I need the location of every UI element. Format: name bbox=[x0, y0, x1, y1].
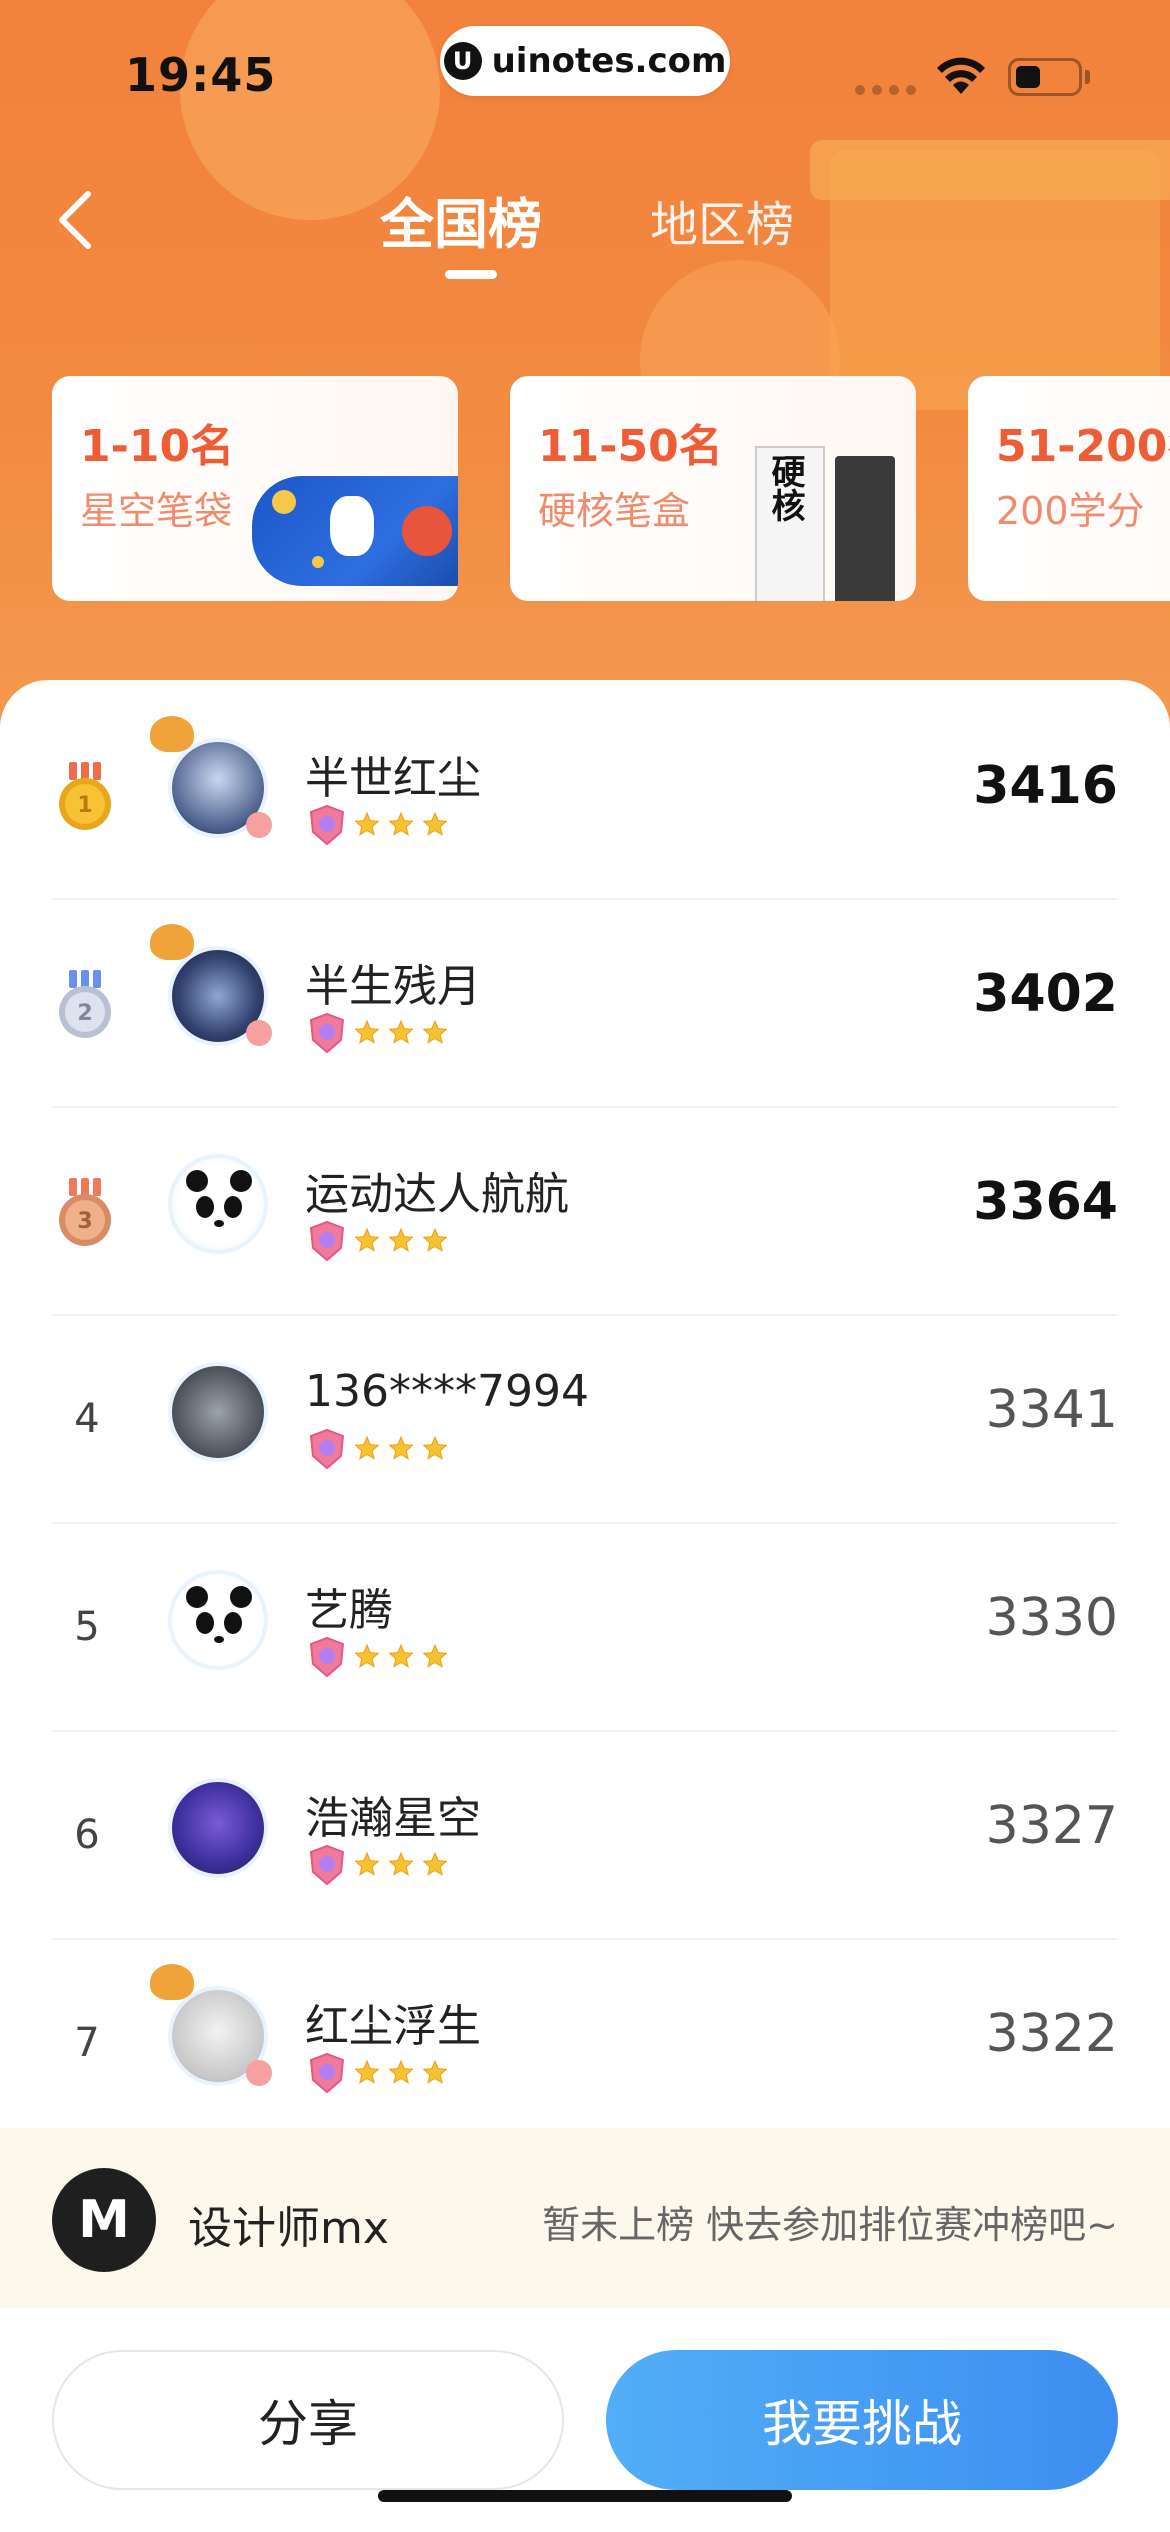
avatar-frame[interactable] bbox=[150, 1964, 290, 2104]
leaderboard-page: 19:45 U uinotes.com 全国榜 地区榜 1-10名 星空笔袋 1… bbox=[0, 0, 1170, 2532]
user-name: 红尘浮生 bbox=[305, 2001, 481, 2052]
back-arrow-icon[interactable] bbox=[48, 180, 108, 260]
level-badge-icon bbox=[309, 2052, 448, 2094]
uinotes-logo-icon: U bbox=[443, 42, 482, 80]
user-name: 艺腾 bbox=[305, 1585, 393, 1636]
rank-number: 7 bbox=[74, 2020, 100, 2066]
my-avatar[interactable]: M bbox=[52, 2168, 156, 2272]
avatar bbox=[168, 1154, 268, 1254]
paw-ornament-icon bbox=[246, 812, 272, 838]
level-badge-icon bbox=[309, 1844, 448, 1886]
prize-name: 星空笔袋 bbox=[80, 489, 233, 533]
squirrel-ornament-icon bbox=[150, 716, 194, 752]
paw-ornament-icon bbox=[246, 1020, 272, 1046]
prize-card-top200[interactable]: 51-200名 200学分 bbox=[968, 376, 1170, 601]
url-pill[interactable]: U uinotes.com bbox=[440, 26, 730, 96]
leaderboard-row[interactable]: 7 红尘浮生 3322 bbox=[0, 1940, 1170, 2148]
level-badge-icon bbox=[309, 1428, 448, 1470]
prize-name: 200学分 bbox=[996, 489, 1145, 533]
prize-rank: 1-10名 bbox=[80, 421, 235, 472]
my-rank-bar: M 设计师mx 暂未上榜 快去参加排位赛冲榜吧~ bbox=[0, 2128, 1170, 2308]
level-badge-icon bbox=[309, 1012, 448, 1054]
home-indicator[interactable] bbox=[378, 2490, 792, 2502]
leaderboard-row[interactable]: 5 艺腾 3330 bbox=[0, 1524, 1170, 1732]
medal-rank-number: 2 bbox=[77, 1001, 92, 1026]
medal-rank-number: 1 bbox=[77, 793, 92, 818]
avatar-frame[interactable] bbox=[150, 924, 290, 1064]
tab-national[interactable]: 全国榜 bbox=[380, 180, 542, 259]
cellular-signal-icon bbox=[855, 85, 916, 95]
leaderboard-row[interactable]: 3 运动达人航航 3364 bbox=[0, 1108, 1170, 1316]
rank-number: 5 bbox=[74, 1604, 100, 1650]
avatar-frame[interactable] bbox=[150, 1548, 290, 1688]
pencil-box-dark-image bbox=[835, 456, 895, 601]
user-name: 半世红尘 bbox=[305, 753, 481, 804]
user-name: 运动达人航航 bbox=[305, 1169, 569, 1220]
leaderboard-row[interactable]: 6 浩瀚星空 3327 bbox=[0, 1732, 1170, 1940]
clock: 19:45 bbox=[125, 48, 277, 102]
avatar-frame[interactable] bbox=[150, 716, 290, 856]
wifi-icon bbox=[937, 57, 985, 94]
prize-name: 硬核笔盒 bbox=[538, 489, 691, 533]
avatar-frame[interactable] bbox=[150, 1340, 290, 1480]
leaderboard-row[interactable]: 1 半世红尘 3416 bbox=[0, 692, 1170, 900]
leaderboard-row[interactable]: 4 136****7994 3341 bbox=[0, 1316, 1170, 1524]
score: 3330 bbox=[985, 1588, 1118, 1648]
battery-icon bbox=[1008, 58, 1082, 96]
my-rank-status: 暂未上榜 快去参加排位赛冲榜吧~ bbox=[542, 2203, 1118, 2247]
pencil-box-image: 硬核 bbox=[755, 446, 825, 601]
my-name: 设计师mx bbox=[188, 2203, 389, 2254]
avatar bbox=[168, 1362, 268, 1462]
score: 3402 bbox=[973, 964, 1118, 1024]
active-tab-indicator bbox=[445, 270, 497, 279]
prize-card-top50[interactable]: 11-50名 硬核笔盒 硬核 bbox=[510, 376, 916, 601]
avatar-frame[interactable] bbox=[150, 1132, 290, 1272]
level-badge-icon bbox=[309, 1220, 448, 1262]
score: 3364 bbox=[973, 1172, 1118, 1232]
share-button[interactable]: 分享 bbox=[52, 2350, 564, 2490]
paw-ornament-icon bbox=[246, 2060, 272, 2086]
gold-medal-icon: 1 bbox=[59, 762, 111, 830]
bronze-medal-icon: 3 bbox=[59, 1178, 111, 1246]
challenge-button[interactable]: 我要挑战 bbox=[606, 2350, 1118, 2490]
tab-region[interactable]: 地区榜 bbox=[650, 185, 794, 255]
url-text: uinotes.com bbox=[491, 41, 727, 81]
pencil-bag-image bbox=[252, 476, 458, 586]
user-name: 浩瀚星空 bbox=[305, 1793, 481, 1844]
squirrel-ornament-icon bbox=[150, 924, 194, 960]
prize-card-top10[interactable]: 1-10名 星空笔袋 bbox=[52, 376, 458, 601]
rank-number: 6 bbox=[74, 1812, 100, 1858]
squirrel-ornament-icon bbox=[150, 1964, 194, 2000]
score: 3341 bbox=[985, 1380, 1118, 1440]
rank-number: 4 bbox=[74, 1396, 100, 1442]
score: 3322 bbox=[985, 2004, 1118, 2064]
avatar-frame[interactable] bbox=[150, 1756, 290, 1896]
score: 3416 bbox=[973, 756, 1118, 816]
prize-rank: 51-200名 bbox=[996, 421, 1170, 472]
medal-rank-number: 3 bbox=[77, 1209, 92, 1234]
level-badge-icon bbox=[309, 1636, 448, 1678]
avatar bbox=[168, 1570, 268, 1670]
leaderboard-row[interactable]: 2 半生残月 3402 bbox=[0, 900, 1170, 1108]
level-badge-icon bbox=[309, 804, 448, 846]
user-name: 136****7994 bbox=[305, 1366, 589, 1417]
avatar bbox=[168, 1778, 268, 1878]
status-bar: 19:45 U uinotes.com bbox=[0, 0, 1170, 140]
score: 3327 bbox=[985, 1796, 1118, 1856]
user-name: 半生残月 bbox=[305, 961, 481, 1012]
battery-tip bbox=[1085, 70, 1090, 84]
silver-medal-icon: 2 bbox=[59, 970, 111, 1038]
prize-rank: 11-50名 bbox=[538, 421, 723, 472]
